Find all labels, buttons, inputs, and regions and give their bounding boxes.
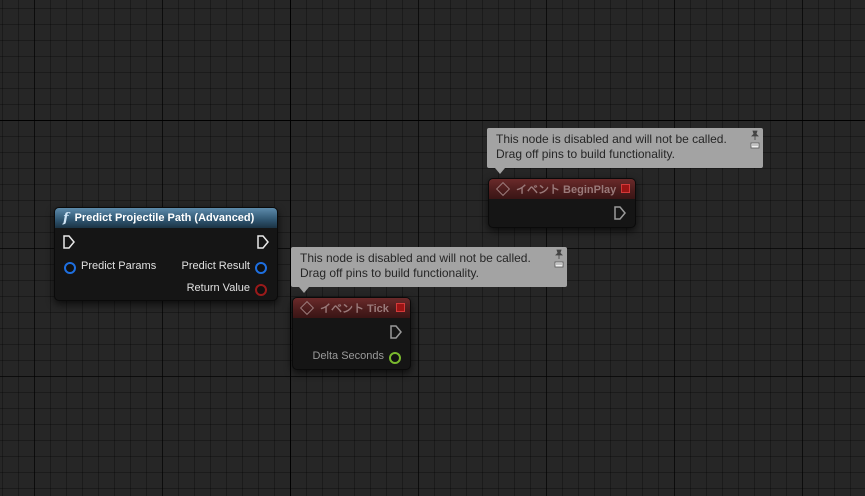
event-icon xyxy=(495,181,511,197)
predict-params-label: Predict Params xyxy=(81,260,157,272)
pin-icon[interactable] xyxy=(750,130,760,140)
predict-params-pin[interactable] xyxy=(64,262,76,274)
predict-projectile-path-node[interactable]: f Predict Projectile Path (Advanced) Pre… xyxy=(54,207,278,301)
function-icon: f xyxy=(63,210,69,226)
delta-seconds-pin[interactable] xyxy=(389,352,401,364)
node-header[interactable]: イベント BeginPlay xyxy=(489,179,635,199)
event-tick-node[interactable]: イベント Tick Delta Seconds xyxy=(292,297,411,370)
disabled-node-comment[interactable]: This node is disabled and will not be ca… xyxy=(487,128,763,174)
comment-line-1: This node is disabled and will not be ca… xyxy=(496,132,727,146)
predict-result-pin[interactable] xyxy=(255,262,267,274)
node-title: イベント BeginPlay xyxy=(516,184,617,196)
exec-out-pin[interactable] xyxy=(256,235,270,249)
return-value-pin[interactable] xyxy=(255,284,267,296)
delta-seconds-label: Delta Seconds xyxy=(312,350,384,362)
comment-bubble-icon[interactable] xyxy=(554,261,564,269)
node-title: Predict Projectile Path (Advanced) xyxy=(74,212,255,224)
exec-out-pin[interactable] xyxy=(613,206,627,220)
exec-out-pin[interactable] xyxy=(389,325,403,339)
exec-in-pin[interactable] xyxy=(62,235,76,249)
node-header[interactable]: f Predict Projectile Path (Advanced) xyxy=(55,208,277,228)
comment-line-2: Drag off pins to build functionality. xyxy=(496,147,675,161)
predict-result-label: Predict Result xyxy=(181,260,250,272)
pin-icon[interactable] xyxy=(554,249,564,259)
comment-bubble-icon[interactable] xyxy=(750,142,760,150)
node-header[interactable]: イベント Tick xyxy=(293,298,410,318)
delegate-icon[interactable] xyxy=(396,303,405,312)
event-beginplay-node[interactable]: イベント BeginPlay xyxy=(488,178,636,228)
node-title: イベント Tick xyxy=(320,303,389,315)
event-icon xyxy=(299,300,315,316)
delegate-icon[interactable] xyxy=(621,184,630,193)
comment-line-1: This node is disabled and will not be ca… xyxy=(300,251,531,265)
return-value-label: Return Value xyxy=(186,282,250,294)
comment-line-2: Drag off pins to build functionality. xyxy=(300,266,479,280)
graph-origin-horizontal-line xyxy=(0,120,865,121)
disabled-node-comment[interactable]: This node is disabled and will not be ca… xyxy=(291,247,567,293)
